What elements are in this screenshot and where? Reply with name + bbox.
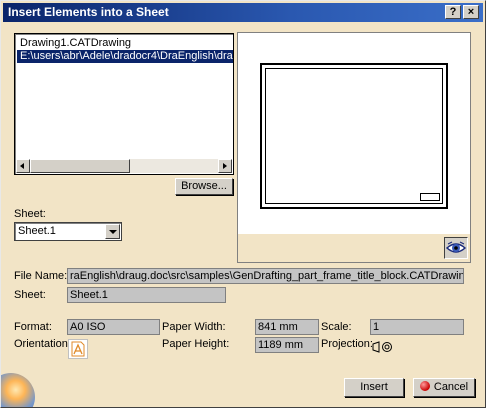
paper-width-label: Paper Width: (162, 321, 226, 333)
cancel-icon (419, 381, 430, 391)
sheet-inner-border (265, 68, 443, 204)
orientation-icon (68, 339, 88, 359)
file-list-item[interactable]: Drawing1.CATDrawing (17, 37, 233, 50)
preview-toggle-button[interactable] (444, 237, 468, 259)
scroll-right-button[interactable] (218, 159, 232, 173)
paper-height-label: Paper Height: (162, 338, 230, 350)
sheet-label: Sheet: (14, 289, 46, 301)
scale-field: 1 (370, 319, 464, 335)
browse-button[interactable]: Browse... (175, 178, 233, 195)
sheet-selector-label: Sheet: (14, 208, 46, 220)
catia-logo-icon (1, 373, 35, 407)
sheet-dropdown[interactable]: Sheet.1 (14, 222, 122, 241)
insert-button[interactable]: Insert (344, 378, 404, 397)
paper-height-field: 1189 mm (255, 337, 319, 353)
chevron-down-icon (109, 230, 117, 234)
arrow-left-icon (20, 163, 24, 169)
projection-label: Projection: (321, 338, 373, 350)
insert-button-label: Insert (360, 381, 388, 393)
insert-elements-dialog: Insert Elements into a Sheet ? × Drawing… (0, 0, 486, 408)
file-list-item-selected[interactable]: E:\users\abr\Adele\dradocr4\DraEnglish\d… (17, 50, 233, 63)
help-button[interactable]: ? (445, 5, 461, 19)
sheet-frame-drawing (260, 63, 448, 209)
file-list-horizontal-scrollbar[interactable] (16, 159, 232, 173)
scroll-left-button[interactable] (16, 159, 30, 173)
file-list[interactable]: Drawing1.CATDrawing E:\users\abr\Adele\d… (14, 33, 234, 175)
file-name-field: raEnglish\draug.doc\src\samples\GenDraft… (67, 268, 464, 284)
arrow-right-icon (223, 163, 227, 169)
format-field: A0 ISO (67, 319, 160, 335)
title-block-drawing (420, 193, 440, 201)
sheet-dropdown-value: Sheet.1 (18, 225, 56, 237)
scale-label: Scale: (321, 321, 352, 333)
eye-icon (445, 241, 467, 253)
sheet-field: Sheet.1 (67, 287, 226, 303)
dropdown-button[interactable] (105, 224, 120, 239)
projection-icon (372, 341, 392, 353)
preview-toolbar (238, 234, 470, 262)
format-label: Format: (14, 321, 52, 333)
file-name-label: File Name: (14, 270, 68, 282)
close-button[interactable]: × (463, 5, 479, 19)
cancel-button-label: Cancel (433, 381, 469, 393)
paper-width-field: 841 mm (255, 319, 319, 335)
window-title: Insert Elements into a Sheet (8, 5, 169, 19)
sheet-preview (237, 32, 471, 263)
scroll-thumb[interactable] (30, 159, 130, 173)
orientation-label: Orientation: (14, 338, 71, 350)
title-bar[interactable]: Insert Elements into a Sheet ? × (3, 3, 483, 22)
cancel-button[interactable]: Cancel (413, 378, 475, 397)
